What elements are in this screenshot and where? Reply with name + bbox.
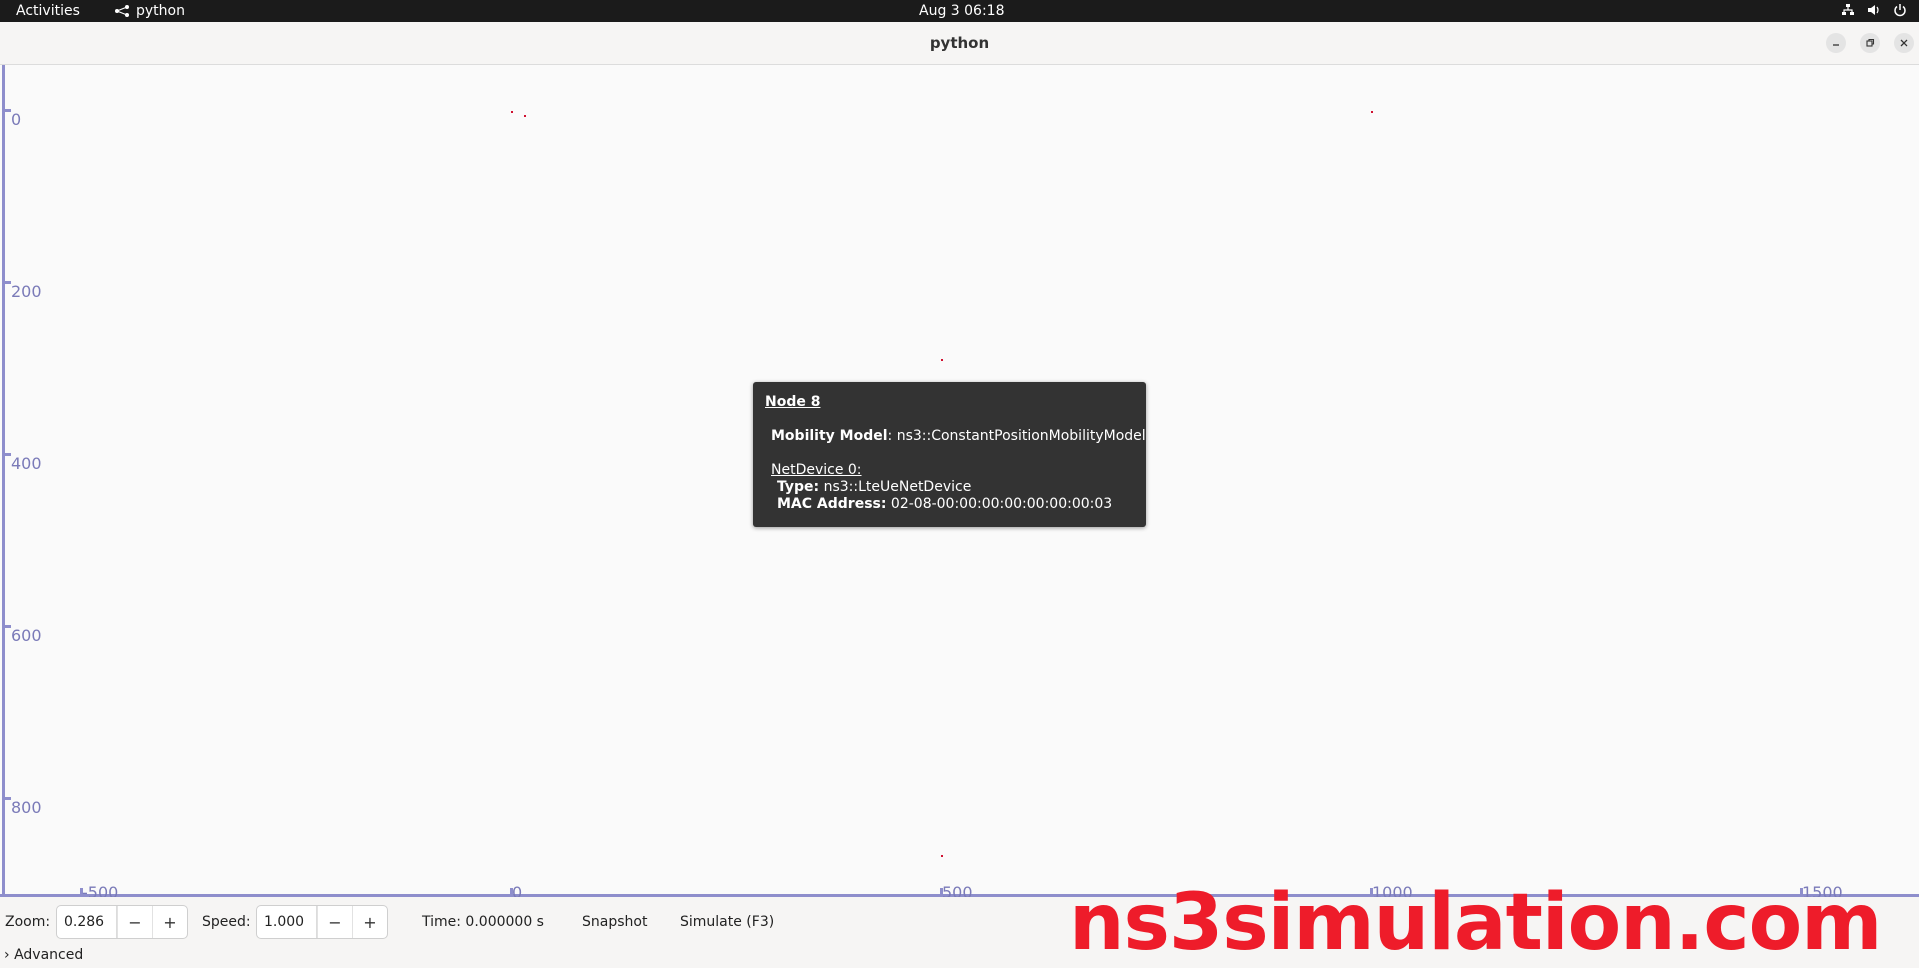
advanced-expander[interactable]: › Advanced [4,947,83,963]
netdevice-label: NetDevice 0: [771,462,862,478]
window-title: python [929,34,990,52]
tooltip-title: Node 8 [765,394,821,410]
zoom-spinner[interactable]: 0.286 − + [56,905,188,939]
speed-increase-button[interactable]: + [352,906,387,938]
simulate-button[interactable]: Simulate (F3) [680,914,774,930]
mac-value: 02-08-00:00:00:00:00:00:00:03 [886,496,1113,512]
restore-icon [1866,38,1875,47]
node-tooltip: Node 8 Mobility Model: ns3::ConstantPosi… [753,382,1146,527]
power-icon [1894,4,1906,17]
y-tick-label: 0 [11,110,22,129]
network-app-icon [115,5,129,17]
mac-label: MAC Address: [777,496,887,512]
y-tick-label: 400 [11,454,42,473]
zoom-increase-button[interactable]: + [152,906,187,938]
tooltip-mac-row: MAC Address: 02-08-00:00:00:00:00:00:00:… [777,496,1112,512]
zoom-decrease-button[interactable]: − [117,906,152,938]
y-tick-label: 600 [11,626,42,645]
node-marker[interactable] [941,359,943,361]
y-tick [2,109,11,112]
y-tick [2,625,11,628]
y-tick [2,453,11,456]
app-name: python [136,3,185,19]
volume-icon [1868,5,1879,15]
expander-arrow-icon: › [4,947,10,963]
speed-label: Speed: [202,914,251,930]
node-marker[interactable] [1371,111,1373,113]
minimize-button[interactable] [1826,33,1846,53]
tooltip-netdevice-row: NetDevice 0: [771,462,862,478]
type-value: ns3::LteUeNetDevice [819,479,972,495]
watermark: ns3simulation.com [1069,878,1882,968]
top-bar: Activities python Aug 3 06:18 [0,0,1919,22]
type-label: Type: [777,479,820,495]
system-tray[interactable] [1841,3,1907,17]
speed-spinner[interactable]: 1.000 − + [256,905,388,939]
app-menu[interactable]: python [114,3,185,19]
close-icon [1900,39,1908,47]
tooltip-mobility-row: Mobility Model: ns3::ConstantPositionMob… [771,428,1146,444]
time-readout: Time: 0.000000 s [422,914,544,930]
y-tick-label: 800 [11,798,42,817]
mobility-value: : ns3::ConstantPositionMobilityModel [887,428,1146,444]
zoom-value-input[interactable]: 0.286 [57,906,117,938]
speed-decrease-button[interactable]: − [317,906,352,938]
x-tick-label: -500 [82,883,119,897]
y-tick [2,797,11,800]
x-tick-label: 0 [512,883,523,897]
advanced-label: Advanced [14,947,84,963]
clock[interactable]: Aug 3 06:18 [919,3,1005,19]
tooltip-type-row: Type: ns3::LteUeNetDevice [777,479,971,495]
y-axis-line [2,65,5,897]
speed-value-input[interactable]: 1.000 [257,906,317,938]
y-tick [2,281,11,284]
node-marker[interactable] [511,111,513,113]
restore-button[interactable] [1860,33,1880,53]
close-button[interactable] [1894,33,1914,53]
network-icon [1842,4,1854,15]
window-header: python [0,22,1919,65]
node-marker[interactable] [524,115,526,117]
snapshot-button[interactable]: Snapshot [582,914,647,930]
x-tick-label: 500 [942,883,973,897]
mobility-label: Mobility Model [771,428,888,444]
minimize-icon [1833,44,1839,46]
activities-button[interactable]: Activities [16,3,80,19]
node-marker[interactable] [941,855,943,857]
y-tick-label: 200 [11,282,42,301]
zoom-label: Zoom: [5,914,51,930]
